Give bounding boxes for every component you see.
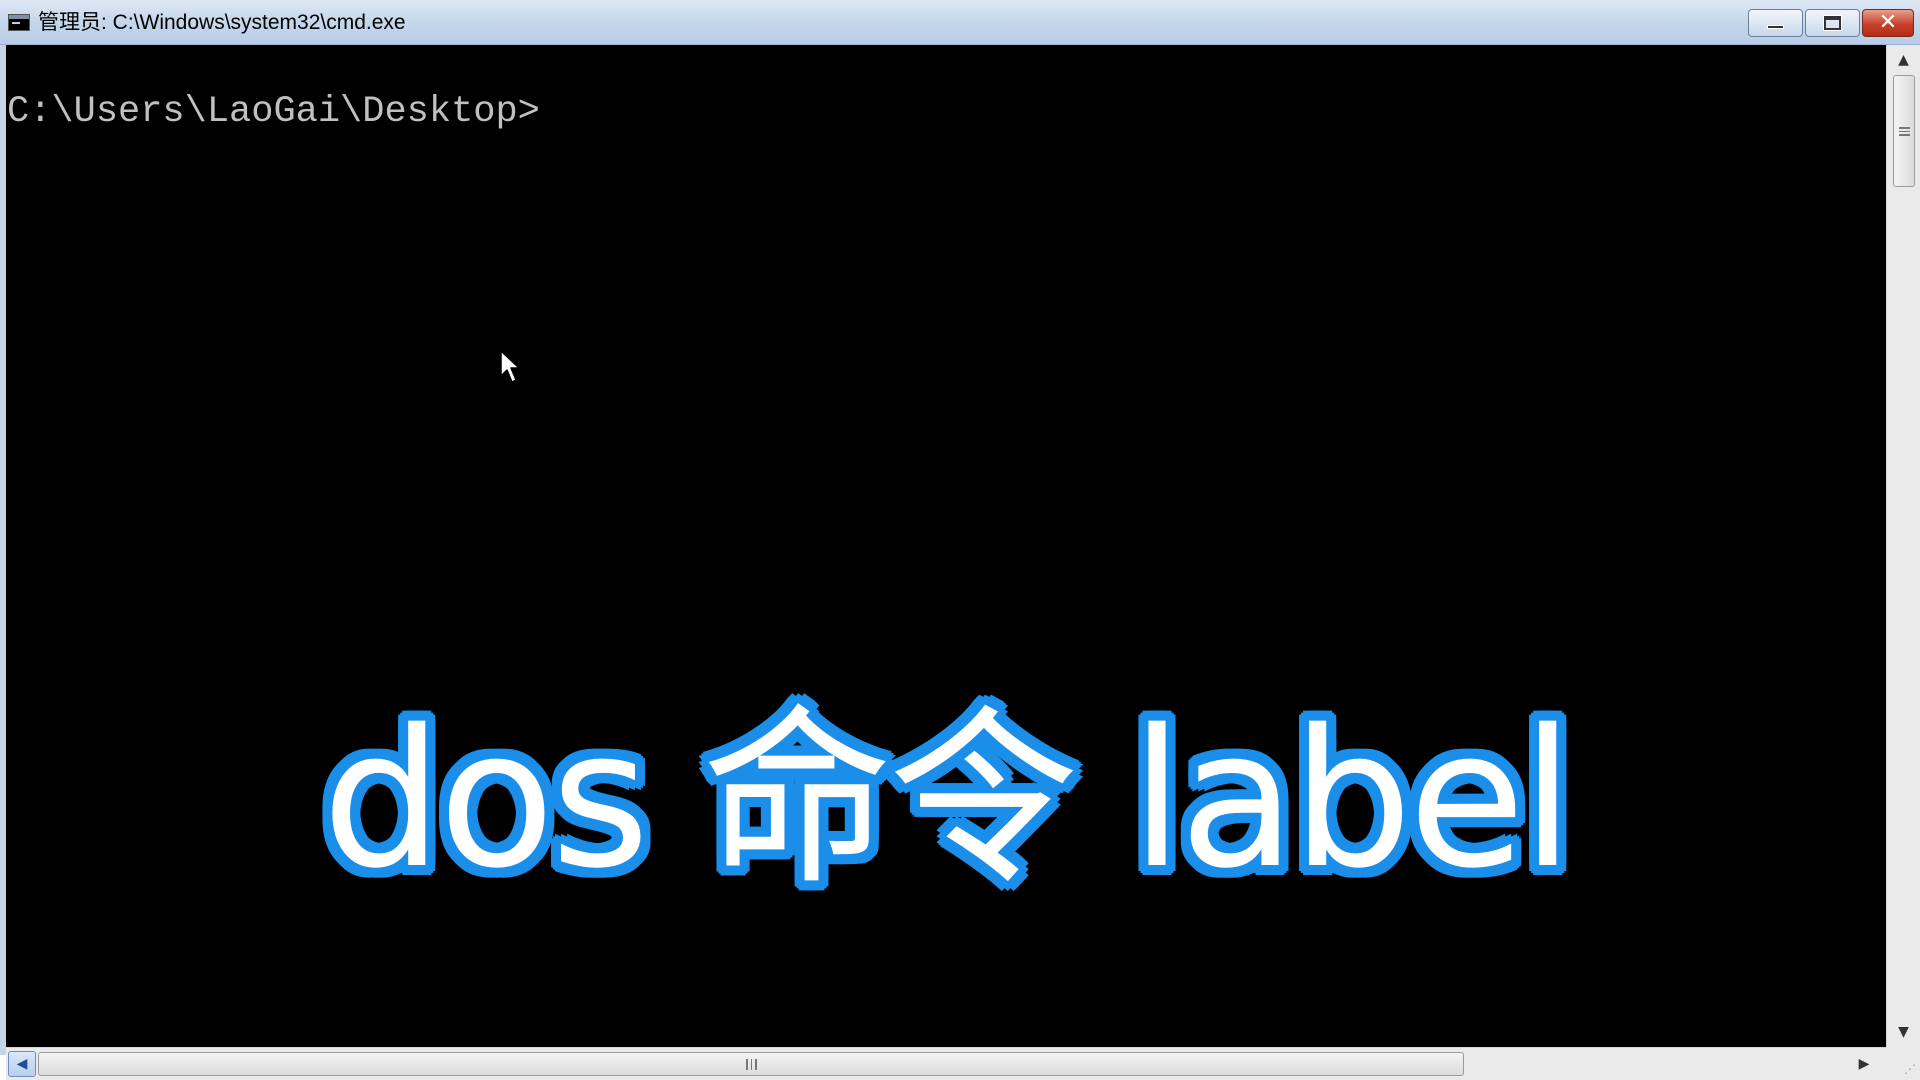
grip-icon bbox=[1898, 126, 1910, 136]
console-area[interactable]: C:\Users\LaoGai\Desktop> dos 命令 label bbox=[6, 45, 1886, 1047]
video-caption-overlay: dos 命令 label bbox=[321, 689, 1574, 910]
resize-grip-icon[interactable]: ⋰ bbox=[1886, 1047, 1920, 1080]
scroll-down-arrow-icon[interactable]: ▼ bbox=[1887, 1017, 1920, 1047]
vertical-scroll-thumb[interactable] bbox=[1893, 75, 1915, 187]
window-title: 管理员: C:\Windows\system32\cmd.exe bbox=[38, 11, 406, 34]
minimize-icon bbox=[1767, 25, 1784, 29]
console-icon[interactable] bbox=[8, 14, 30, 31]
horizontal-scrollbar[interactable]: ◀ ▶ bbox=[6, 1047, 1886, 1080]
maximize-icon bbox=[1824, 16, 1841, 30]
minimize-button[interactable] bbox=[1748, 9, 1803, 37]
mouse-pointer-icon bbox=[500, 350, 520, 383]
scroll-up-arrow-icon[interactable]: ▲ bbox=[1887, 45, 1920, 75]
scroll-left-arrow-icon[interactable]: ◀ bbox=[8, 1051, 36, 1077]
command-prompt: C:\Users\LaoGai\Desktop> bbox=[7, 91, 540, 133]
close-icon: ✕ bbox=[1878, 10, 1898, 35]
close-button[interactable]: ✕ bbox=[1862, 9, 1914, 37]
maximize-button[interactable] bbox=[1805, 9, 1860, 37]
title-bar[interactable]: 管理员: C:\Windows\system32\cmd.exe ✕ bbox=[0, 0, 1920, 45]
grip-icon bbox=[745, 1058, 757, 1070]
scroll-right-arrow-icon[interactable]: ▶ bbox=[1850, 1051, 1878, 1077]
horizontal-scroll-thumb[interactable] bbox=[38, 1052, 1464, 1076]
vertical-scrollbar[interactable]: ▲ ▼ bbox=[1886, 45, 1920, 1047]
